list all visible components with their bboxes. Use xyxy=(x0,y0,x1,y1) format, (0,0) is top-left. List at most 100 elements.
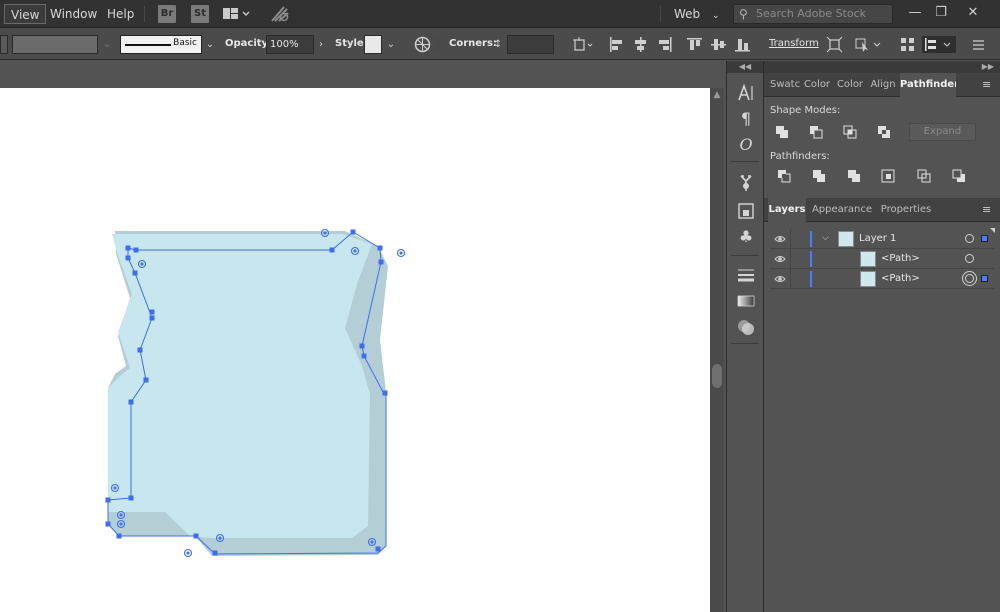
distribute-icon[interactable] xyxy=(899,36,916,53)
vertical-scrollbar[interactable]: ▲ xyxy=(710,88,724,612)
path-name[interactable]: <Path> xyxy=(881,253,920,264)
layer-name[interactable]: Layer 1 xyxy=(859,233,896,244)
pasteboard xyxy=(0,61,710,88)
corners-input[interactable] xyxy=(507,35,554,54)
fill-swatch-partial[interactable] xyxy=(0,35,8,54)
visibility-eye-icon[interactable] xyxy=(774,253,786,265)
chevron-down-icon[interactable]: ⌄ xyxy=(203,36,217,53)
target-circle-selected-icon[interactable] xyxy=(965,274,974,283)
unite-icon[interactable] xyxy=(772,123,794,143)
style-label: Style: xyxy=(335,38,368,49)
chevron-down-icon[interactable]: ⌄ xyxy=(384,36,398,53)
lock-column[interactable] xyxy=(790,269,791,289)
control-divider xyxy=(438,36,439,52)
align-top-icon[interactable] xyxy=(686,36,703,53)
panel-dock: ▶▶ Swatc Color Color Align Pathfinder ≡ … xyxy=(764,61,1000,612)
expand-button[interactable]: Expand xyxy=(909,123,976,141)
path-name[interactable]: <Path> xyxy=(881,273,920,284)
align-horizontal-center-icon[interactable] xyxy=(632,36,649,53)
gradient-panel-icon[interactable] xyxy=(736,291,756,311)
layer-row-path-2[interactable]: <Path> xyxy=(770,269,994,289)
graphic-style-swatch[interactable] xyxy=(364,35,382,54)
artboards-panel-icon[interactable] xyxy=(736,201,756,221)
minimize-icon[interactable]: — xyxy=(904,4,926,22)
artboard-canvas[interactable] xyxy=(0,88,710,612)
stepper-icon[interactable]: ↕ xyxy=(491,36,505,53)
tab-align[interactable]: Align xyxy=(868,73,898,97)
outline-icon[interactable] xyxy=(914,167,936,187)
minus-back-icon[interactable] xyxy=(949,167,971,187)
stroke-profile-select[interactable]: Basic xyxy=(120,35,202,54)
stroke-panel-icon[interactable] xyxy=(736,265,756,285)
tab-color[interactable]: Color xyxy=(802,73,832,97)
divide-icon[interactable] xyxy=(774,167,796,187)
isolate-selected-icon[interactable] xyxy=(826,36,843,53)
tab-color-guide[interactable]: Color xyxy=(835,73,865,97)
bridge-badge[interactable]: Br xyxy=(158,5,176,23)
arrange-documents-icon[interactable] xyxy=(222,5,250,23)
opacity-input[interactable]: 100% xyxy=(266,35,314,54)
align-right-icon[interactable] xyxy=(656,36,673,53)
exclude-icon[interactable] xyxy=(874,123,896,143)
path-shape-front[interactable] xyxy=(108,234,372,538)
paragraph-panel-icon[interactable]: ¶ xyxy=(736,109,756,129)
tab-properties[interactable]: Properties xyxy=(877,198,935,222)
intersect-icon[interactable] xyxy=(840,123,862,143)
transparency-panel-icon[interactable] xyxy=(736,317,756,337)
control-menu-icon[interactable] xyxy=(970,36,987,53)
selection-indicator[interactable] xyxy=(981,275,988,282)
recolor-artwork-icon[interactable] xyxy=(414,36,431,53)
opentype-panel-icon[interactable]: O xyxy=(736,135,756,155)
target-circle-icon[interactable] xyxy=(965,234,974,243)
chevron-down-icon[interactable]: ⌵ xyxy=(822,233,832,243)
select-similar-icon[interactable] xyxy=(854,36,884,53)
layer-row-layer-1[interactable]: ⌵ Layer 1 xyxy=(770,228,995,249)
target-circle-icon[interactable] xyxy=(965,254,974,263)
stock-badge[interactable]: St xyxy=(191,5,209,23)
minus-front-icon[interactable] xyxy=(806,123,828,143)
tab-swatches[interactable]: Swatc xyxy=(770,73,800,97)
lock-column[interactable] xyxy=(790,249,791,269)
scroll-up-icon[interactable]: ▲ xyxy=(710,90,724,100)
crop-icon[interactable] xyxy=(878,167,900,187)
collapse-strip-icon[interactable]: ◀◀ xyxy=(727,61,763,73)
merge-icon[interactable] xyxy=(844,167,866,187)
menu-view[interactable]: View xyxy=(4,4,47,24)
menu-divider xyxy=(144,6,145,22)
collapse-dock-icon[interactable]: ▶▶ xyxy=(764,61,1000,73)
panel-toggle-icon[interactable] xyxy=(922,36,956,53)
menu-help[interactable]: Help xyxy=(101,4,140,24)
character-panel-icon[interactable] xyxy=(736,83,756,103)
selection-indicator[interactable] xyxy=(981,235,988,242)
transform-link[interactable]: Transform xyxy=(769,38,819,49)
stock-search-input[interactable]: ⚲ Search Adobe Stock xyxy=(733,4,893,24)
chevron-down-icon[interactable]: ⌄ xyxy=(100,36,114,53)
menu-window[interactable]: Window xyxy=(44,4,103,24)
artwork[interactable] xyxy=(0,88,710,612)
libraries-panel-icon[interactable] xyxy=(736,173,756,193)
trim-icon[interactable] xyxy=(809,167,831,187)
align-vertical-center-icon[interactable] xyxy=(710,36,727,53)
pathfinder-tab-group: Swatc Color Color Align Pathfinder ≡ xyxy=(764,73,1000,97)
panel-menu-icon[interactable]: ≡ xyxy=(982,204,994,216)
stroke-weight-field[interactable] xyxy=(12,35,98,54)
gpu-performance-icon[interactable] xyxy=(270,5,289,23)
align-left-icon[interactable] xyxy=(608,36,625,53)
align-to-selection-icon[interactable] xyxy=(572,36,593,53)
strip-divider xyxy=(731,255,759,256)
visibility-eye-icon[interactable] xyxy=(774,233,786,245)
visibility-eye-icon[interactable] xyxy=(774,273,786,285)
scrollbar-thumb[interactable] xyxy=(712,364,722,388)
tab-layers[interactable]: Layers xyxy=(768,198,806,222)
close-icon[interactable]: ✕ xyxy=(962,4,984,22)
restore-icon[interactable]: ❐ xyxy=(930,4,952,22)
tab-appearance[interactable]: Appearance xyxy=(810,198,874,222)
panel-menu-icon[interactable]: ≡ xyxy=(982,79,994,91)
symbols-panel-icon[interactable]: ♣ xyxy=(736,227,756,247)
layer-row-path-1[interactable]: <Path> xyxy=(770,249,994,269)
workspace-switcher[interactable]: Web ⌄ xyxy=(664,4,730,24)
tab-pathfinder[interactable]: Pathfinder xyxy=(900,73,956,97)
lock-column[interactable] xyxy=(790,229,791,249)
chevron-right-icon[interactable]: › xyxy=(314,36,328,53)
align-bottom-icon[interactable] xyxy=(734,36,751,53)
